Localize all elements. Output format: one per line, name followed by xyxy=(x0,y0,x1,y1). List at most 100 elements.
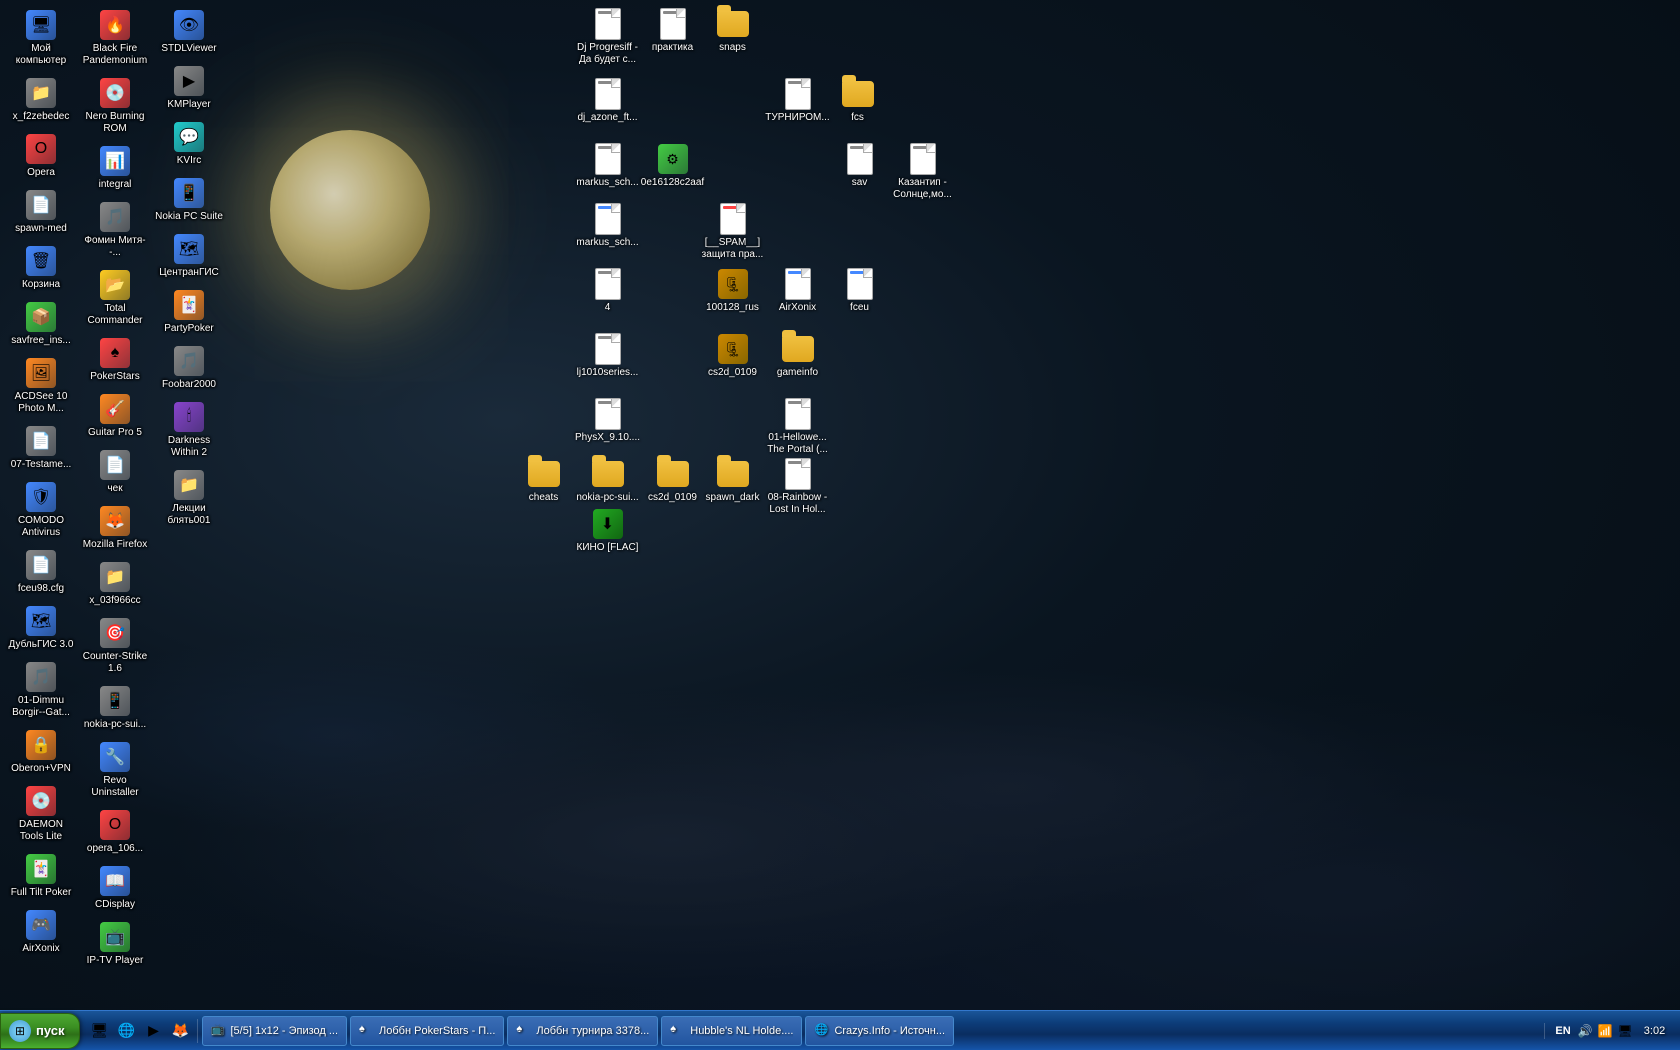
100128-rus-label: 100128_rus xyxy=(706,302,759,314)
desktop-icon-spawn-med[interactable]: 📄spawn-med xyxy=(5,185,77,239)
desktop-icon-iptv[interactable]: 📺IP-TV Player xyxy=(79,917,151,971)
opera-label: Opera xyxy=(27,167,55,179)
desktop-icon-dublyagis[interactable]: 🗺ДубльГИС 3.0 xyxy=(5,601,77,655)
ie-btn[interactable]: 🌐 xyxy=(115,1019,139,1043)
desktop-icon-fceu98[interactable]: 📄fceu98.cfg xyxy=(5,545,77,599)
oberon-icon: 🔒 xyxy=(25,729,57,761)
desktop-icon-my-computer[interactable]: 🖥Мой компьютер xyxy=(5,5,77,71)
spawn-med-label: spawn-med xyxy=(15,223,67,235)
iptv-label: IP-TV Player xyxy=(87,955,144,967)
partypoker-label: PartyPoker xyxy=(164,323,213,335)
file-icon-kazantiip[interactable]: Казантип - Солнце,мо... xyxy=(885,140,960,204)
taskbar-item-tb-lobby-turnir[interactable]: ♠Лоббн турнира 3378... xyxy=(507,1016,658,1046)
firefox-quick-btn[interactable]: 🦊 xyxy=(169,1019,193,1043)
x-03f966cc-label: x_03f966cc xyxy=(89,595,140,607)
centrangis-label: ЦентранГИС xyxy=(159,267,219,279)
file-icon-fceu2[interactable]: fceu xyxy=(822,265,897,317)
desktop-icon-kvirc[interactable]: 💬KVIrc xyxy=(153,117,225,171)
desktop-icon-01-dimmu[interactable]: 🎵01-Dimmu Borgir--Gat... xyxy=(5,657,77,723)
savfree-ins-label: savfree_ins... xyxy=(11,335,70,347)
desktop-icon-black-fire[interactable]: 🔥Black Fire Pandemonium xyxy=(79,5,151,71)
desktop-icon-integral[interactable]: 📊integral xyxy=(79,141,151,195)
tray-network[interactable]: 📶 xyxy=(1597,1023,1613,1039)
desktop-icon-full-tilt[interactable]: 🃏 Full Tilt Poker xyxy=(5,849,77,903)
desktop-icon-comodo[interactable]: 🛡COMODO Antivirus xyxy=(5,477,77,543)
show-desktop-btn[interactable]: 🖥 xyxy=(88,1019,112,1043)
desktop-icon-lekcii[interactable]: 📁Лекции блять001 xyxy=(153,465,225,531)
language-indicator[interactable]: EN xyxy=(1553,1025,1573,1037)
file-icon-kino-flac[interactable]: ⬇КИНО [FLAC] xyxy=(570,505,645,557)
desktop-icon-acdsee[interactable]: 🖼ACDSee 10 Photo M... xyxy=(5,353,77,419)
file-icon-08-rainbow[interactable]: 08-Rainbow - Lost In Hol... xyxy=(760,455,835,519)
desktop-icon-airxonix[interactable]: 🎮AirXonix xyxy=(5,905,77,959)
file-icon-dj-azone[interactable]: dj_azone_ft... xyxy=(570,75,645,127)
desktop-icon-oberon[interactable]: 🔒Oberon+VPN xyxy=(5,725,77,779)
desktop-icon-guitar-pro[interactable]: 🎸Guitar Pro 5 xyxy=(79,389,151,443)
file-icon-100128-rus[interactable]: 🗜100128_rus xyxy=(695,265,770,317)
desktop-icon-mozilla[interactable]: 🦊Mozilla Firefox xyxy=(79,501,151,555)
taskbar-item-tb-total-cmd[interactable]: 📺[5/5] 1x12 - Эпизод ... xyxy=(202,1016,348,1046)
file-icon-lj1010series[interactable]: lj1010series... xyxy=(570,330,645,382)
desktop-icon-nero-burning[interactable]: 💿Nero Burning ROM xyxy=(79,73,151,139)
desktop-icon-daemon-tools[interactable]: 💿DAEMON Tools Lite xyxy=(5,781,77,847)
desktop-icon-opera[interactable]: OOpera xyxy=(5,129,77,183)
start-button[interactable]: ⊞ пуск xyxy=(0,1013,80,1049)
desktop-icon-nokia-pc-sui[interactable]: 📱nokia-pc-sui... xyxy=(79,681,151,735)
desktop-icon-savfree-ins[interactable]: 📦savfree_ins... xyxy=(5,297,77,351)
file-icon-snaps[interactable]: snaps xyxy=(695,5,770,57)
wmp-btn[interactable]: ▶ xyxy=(142,1019,166,1043)
taskbar-item-tb-crazys[interactable]: 🌐Crazys.Info - Источн... xyxy=(805,1016,954,1046)
snaps-label: snaps xyxy=(719,42,746,54)
file-icon-spam[interactable]: [__SPAM__] защита пра... xyxy=(695,200,770,264)
taskbar-item-tb-lobbby-poker[interactable]: ♠Лоббн PokerStars - П... xyxy=(350,1016,504,1046)
taskbar-item-tb-hubble[interactable]: ♠Hubble's NL Holde.... xyxy=(661,1016,802,1046)
desktop-icon-kmplayer[interactable]: ▶KMPlayer xyxy=(153,61,225,115)
file-icon-4[interactable]: 4 xyxy=(570,265,645,317)
file-icon-spawn-dark[interactable]: spawn_dark xyxy=(695,455,770,507)
file-icon-markus-sch1[interactable]: markus_sch... xyxy=(570,140,645,192)
clock[interactable]: 3:02 xyxy=(1637,1025,1672,1037)
file-icon-0e16128c[interactable]: ⚙0e16128c2aaf xyxy=(635,140,710,192)
full-tilt-label: Full Tilt Poker xyxy=(11,887,72,899)
file-icon-physx[interactable]: PhysX_9.10.... xyxy=(570,395,645,447)
file-icon-dj-progresiff[interactable]: Dj Progresiff - Да будет с... xyxy=(570,5,645,69)
desktop-icon-counter-strike[interactable]: 🎯Counter-Strike 1.6 xyxy=(79,613,151,679)
file-icon-cs2d-0109[interactable]: 🗜cs2d_0109 xyxy=(695,330,770,382)
desktop-icon-fomin[interactable]: 🎵Фомин Митя--... xyxy=(79,197,151,263)
total-commander-icon: 📂 xyxy=(99,269,131,301)
kmplayer-label: KMPlayer xyxy=(167,99,210,111)
desktop-icon-foobar[interactable]: 🎵Foobar2000 xyxy=(153,341,225,395)
desktop: 🖥Мой компьютер📁x_f2zebedecOOpera📄spawn-m… xyxy=(0,0,1680,1010)
file-icon-markus-sch2[interactable]: markus_sch... xyxy=(570,200,645,252)
desktop-icon-stdlviewer[interactable]: 👁STDLViewer xyxy=(153,5,225,59)
tray-audio[interactable]: 🔊 xyxy=(1577,1023,1593,1039)
desktop-icon-korzina[interactable]: 🗑Корзина xyxy=(5,241,77,295)
desktop-icon-nokia-suite[interactable]: 📱Nokia PC Suite xyxy=(153,173,225,227)
07-testame-icon: 📄 xyxy=(25,425,57,457)
mozilla-icon: 🦊 xyxy=(99,505,131,537)
desktop-icon-opera2[interactable]: Oopera_106... xyxy=(79,805,151,859)
file-icon-gameinfo[interactable]: gameinfo xyxy=(760,330,835,382)
desktop-icon-chek[interactable]: 📄чек xyxy=(79,445,151,499)
desktop-icon-darkness[interactable]: 🕯Darkness Within 2 xyxy=(153,397,225,463)
desktop-icon-x-f2zebedec[interactable]: 📁x_f2zebedec xyxy=(5,73,77,127)
tray-monitor[interactable]: 🖥 xyxy=(1617,1023,1633,1039)
file-icon-nokia-pc-sui2[interactable]: nokia-pc-sui... xyxy=(570,455,645,507)
desktop-icon-total-commander[interactable]: 📂Total Commander xyxy=(79,265,151,331)
desktop-icon-partypoker[interactable]: 🃏PartyPoker xyxy=(153,285,225,339)
desktop-icon-revo[interactable]: 🔧Revo Uninstaller xyxy=(79,737,151,803)
total-commander-label: Total Commander xyxy=(81,303,149,327)
fcs-label: fcs xyxy=(851,112,864,124)
full-tilt-icon: 🃏 xyxy=(25,853,57,885)
start-icon: ⊞ xyxy=(9,1020,31,1042)
desktop-icon-x-03f966cc[interactable]: 📁x_03f966cc xyxy=(79,557,151,611)
desktop-icon-centrangis[interactable]: 🗺ЦентранГИС xyxy=(153,229,225,283)
file-icon-hellowe[interactable]: 01-Hellowe... The Portal (... xyxy=(760,395,835,459)
comodo-icon: 🛡 xyxy=(25,481,57,513)
fceu2-label: fceu xyxy=(850,302,869,314)
desktop-icon-07-testame[interactable]: 📄07-Testame... xyxy=(5,421,77,475)
file-icon-fcs[interactable]: fcs xyxy=(820,75,895,127)
desktop-icon-cdisplay[interactable]: 📖CDisplay xyxy=(79,861,151,915)
desktop-icon-pokerstars[interactable]: ♠PokerStars xyxy=(79,333,151,387)
08-rainbow-label: 08-Rainbow - Lost In Hol... xyxy=(763,492,832,516)
